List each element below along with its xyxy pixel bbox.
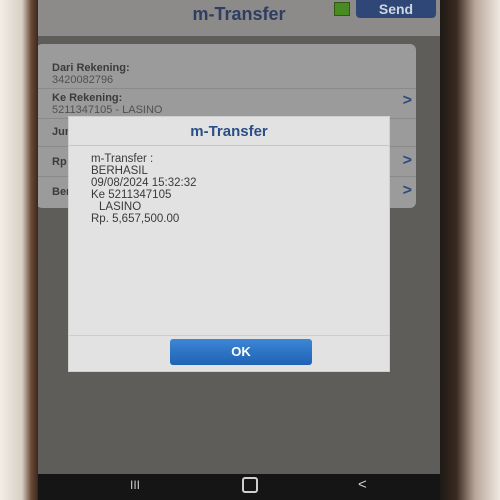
phone-screen: m-Transfer Send Dari Rekening: 342008279…	[38, 0, 440, 500]
dialog-message: m-Transfer : BERHASIL 09/08/2024 15:32:3…	[91, 153, 197, 225]
message-line: BERHASIL	[91, 165, 148, 177]
dialog-title: m-Transfer	[190, 123, 268, 140]
app-header: m-Transfer Send	[38, 0, 440, 36]
row-label: Rp	[52, 156, 67, 168]
chevron-right-icon[interactable]: >	[403, 92, 412, 110]
chevron-right-icon[interactable]: >	[403, 152, 412, 170]
message-line: Rp. 5,657,500.00	[91, 213, 180, 225]
to-account-row[interactable]: Ke Rekening: 5211347105 - LASINO >	[38, 90, 416, 119]
chevron-right-icon[interactable]: >	[403, 182, 412, 200]
status-indicator	[334, 2, 350, 16]
transfer-result-dialog: m-Transfer m-Transfer : BERHASIL 09/08/2…	[68, 116, 390, 372]
phone-bezel-left	[0, 0, 40, 500]
message-line: m-Transfer :	[91, 153, 154, 165]
row-label: Ke Rekening:	[52, 92, 123, 104]
phone-bezel-right	[438, 0, 500, 500]
message-line: 09/08/2024 15:32:32	[91, 177, 197, 189]
send-button[interactable]: Send	[356, 0, 436, 18]
recent-apps-icon[interactable]: III	[130, 478, 140, 492]
ok-button[interactable]: OK	[170, 339, 312, 365]
row-value: 3420082796	[52, 74, 114, 86]
message-line: Ke 5211347105	[91, 189, 172, 201]
row-label: Dari Rekening:	[52, 62, 130, 74]
message-line: LASINO	[99, 201, 142, 213]
home-icon[interactable]	[242, 477, 258, 493]
divider	[69, 145, 389, 146]
divider	[69, 335, 389, 336]
android-nav-bar: III <	[38, 474, 440, 500]
from-account-row[interactable]: Dari Rekening: 3420082796	[38, 58, 416, 89]
back-icon[interactable]: <	[358, 476, 367, 493]
row-value: 5211347105 - LASINO	[52, 104, 163, 116]
